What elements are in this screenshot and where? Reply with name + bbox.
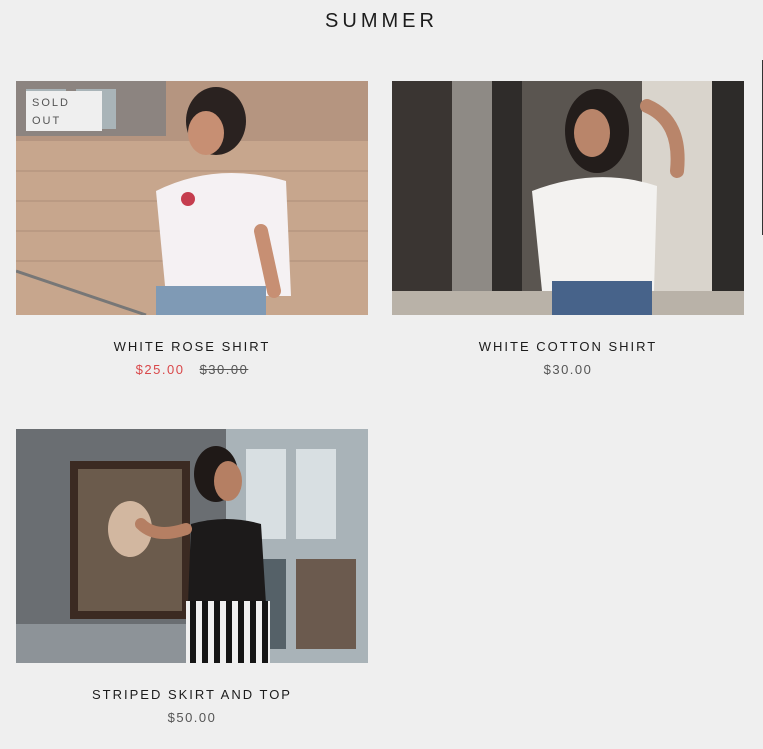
product-image-white-cotton-shirt[interactable]	[392, 81, 744, 315]
collection-page: SUMMER SOLD OUT WHITE ROSE SHIRT $25.00 …	[0, 0, 763, 749]
compare-at-price: $30.00	[199, 362, 249, 377]
product-card-white-cotton-shirt[interactable]: WHITE COTTON SHIRT $30.00	[392, 81, 744, 377]
collection-title: SUMMER	[325, 10, 438, 32]
product-image-white-rose-shirt[interactable]: SOLD OUT	[16, 81, 368, 315]
product-price: $30.00	[392, 362, 744, 377]
product-card-white-rose-shirt[interactable]: SOLD OUT WHITE ROSE SHIRT $25.00 $30.00	[16, 81, 368, 377]
product-photo	[16, 429, 368, 663]
product-name[interactable]: STRIPED SKIRT AND TOP	[16, 687, 368, 702]
sale-price: $25.00	[135, 362, 185, 377]
product-card-striped-skirt-and-top[interactable]: STRIPED SKIRT AND TOP $50.00	[16, 429, 368, 725]
product-image-striped-skirt-and-top[interactable]	[16, 429, 368, 663]
product-price: $50.00	[16, 710, 368, 725]
product-name[interactable]: WHITE ROSE SHIRT	[16, 339, 368, 354]
regular-price: $30.00	[543, 362, 593, 377]
sold-out-badge: SOLD OUT	[26, 91, 102, 131]
product-name[interactable]: WHITE COTTON SHIRT	[392, 339, 744, 354]
product-photo	[392, 81, 744, 315]
product-price: $25.00 $30.00	[16, 362, 368, 377]
regular-price: $50.00	[167, 710, 217, 725]
